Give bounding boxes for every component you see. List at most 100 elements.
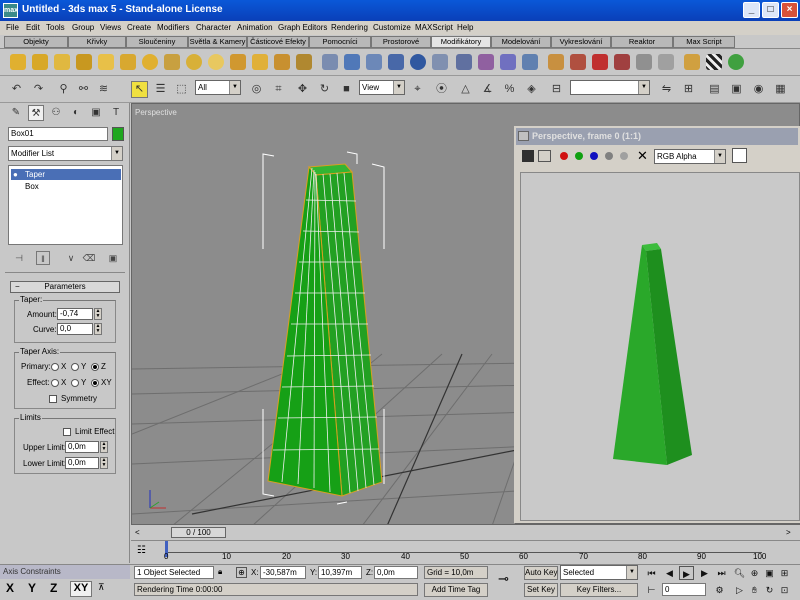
mirror-modifier-icon[interactable] (344, 54, 360, 70)
tab-modifikatory[interactable]: Modifikátory (431, 36, 491, 48)
tab-prostorove[interactable]: Prostorové (371, 36, 431, 48)
modify-panel-icon[interactable]: ⚒ (28, 105, 44, 121)
select-manipulate-icon[interactable]: ⦿ (433, 81, 450, 98)
blue-channel-icon[interactable] (590, 152, 598, 160)
alpha-channel-icon[interactable] (605, 152, 613, 160)
time-slider[interactable]: 0 / 100 (171, 527, 226, 538)
spinner-snap-icon[interactable]: ◈ (523, 81, 540, 98)
tab-svetla-kamery[interactable]: Světla & Kamery (188, 36, 247, 48)
relax-modifier-icon[interactable] (164, 54, 180, 70)
tab-max-script[interactable]: Max Script (673, 36, 735, 48)
stack-item-box[interactable]: Box (11, 181, 121, 192)
normal-modifier-icon[interactable] (658, 54, 674, 70)
remove-modifier-icon[interactable]: ⌫ (82, 251, 96, 265)
amount-spinner[interactable]: -0,74 (57, 308, 93, 320)
menu-graph-editors[interactable]: Graph Editors (278, 23, 327, 32)
noise-modifier-icon[interactable] (76, 54, 92, 70)
crossing-icon[interactable]: ⌗ (270, 81, 287, 98)
redo-icon[interactable]: ↷ (30, 81, 47, 98)
clear-icon[interactable]: ✕ (637, 148, 648, 164)
primary-z-radio[interactable] (91, 363, 99, 371)
lower-limit-spinner[interactable]: 0,0m (65, 457, 99, 469)
upper-limit-spinner-arrows[interactable]: ▲ ▼ (100, 441, 108, 453)
green-channel-icon[interactable] (575, 152, 583, 160)
menu-create[interactable]: Create (127, 23, 151, 32)
select-object-icon[interactable]: ↖ (131, 81, 148, 98)
key-filters-button[interactable]: Key Filters... (560, 583, 638, 597)
track-bar[interactable]: ☷ 0 10 20 30 40 50 60 70 80 90 100 (131, 540, 800, 564)
xform2-modifier-icon[interactable] (432, 54, 448, 70)
z-coordinate-field[interactable]: 0,0m (374, 566, 418, 579)
prev-frame-icon[interactable]: < (135, 528, 144, 537)
named-selection-dropdown[interactable]: ▼ (570, 80, 650, 95)
primary-y-radio[interactable] (71, 363, 79, 371)
edit-mesh-icon[interactable] (522, 54, 538, 70)
menu-help[interactable]: Help (457, 23, 473, 32)
melt-modifier-icon[interactable] (296, 54, 312, 70)
y-coordinate-field[interactable]: 10,397m (318, 566, 362, 579)
maximize-viewport-icon[interactable]: ⊡ (777, 583, 792, 597)
select-by-name-icon[interactable]: ☰ (152, 81, 169, 98)
create-panel-icon[interactable]: ✎ (8, 105, 24, 121)
menu-views[interactable]: Views (100, 23, 121, 32)
amount-spinner-arrows[interactable]: ▲ ▼ (94, 308, 102, 320)
maximize-button[interactable]: □ (762, 2, 779, 18)
mesh-select-icon[interactable] (478, 54, 494, 70)
zoom-all-icon[interactable]: ⊕ (747, 566, 762, 580)
lower-limit-spinner-arrows[interactable]: ▲ ▼ (100, 457, 108, 469)
add-time-tag-button[interactable]: Add Time Tag (424, 583, 488, 597)
unlink-icon[interactable]: ⚯ (75, 81, 92, 98)
undo-icon[interactable]: ↶ (8, 81, 25, 98)
vertex-paint-icon[interactable] (728, 54, 744, 70)
go-to-end-icon[interactable]: ⏭ (714, 566, 729, 580)
bend-modifier-icon[interactable] (10, 54, 26, 70)
tab-pomocnici[interactable]: Pomocníci (309, 36, 371, 48)
edit-named-selections-icon[interactable]: ⊟ (548, 81, 565, 98)
percent-snap-icon[interactable]: % (501, 81, 518, 98)
twist-modifier-icon[interactable] (54, 54, 70, 70)
align-icon[interactable]: ⊞ (680, 81, 697, 98)
axis-xy-button[interactable]: XY (70, 581, 92, 597)
tapered-box-object[interactable] (267, 163, 383, 497)
axis-x-button[interactable]: X (6, 581, 20, 597)
field-of-view-icon[interactable]: ▷ (732, 583, 747, 597)
menu-modifiers[interactable]: Modifiers (157, 23, 189, 32)
tab-vykreslovani[interactable]: Vykreslování (551, 36, 611, 48)
arc-rotate-icon[interactable]: ↻ (762, 583, 777, 597)
current-frame-field[interactable]: 0 (662, 583, 706, 596)
viewport-label[interactable]: Perspective (135, 108, 177, 117)
next-frame-icon[interactable]: > (786, 528, 795, 537)
smooth-modifier-icon[interactable] (592, 54, 608, 70)
meshsmooth-icon[interactable] (614, 54, 630, 70)
symmetry-checkbox[interactable] (49, 395, 57, 403)
menu-group[interactable]: Group (72, 23, 94, 32)
scale-icon[interactable]: ■ (338, 81, 355, 98)
move-icon[interactable]: ✥ (294, 81, 311, 98)
lock-selection-icon[interactable]: 🔒︎ (218, 567, 228, 578)
menu-tools[interactable]: Tools (46, 23, 65, 32)
axis-z-button[interactable]: Z (50, 581, 64, 597)
axis-y-button[interactable]: Y (28, 581, 42, 597)
menu-edit[interactable]: Edit (26, 23, 40, 32)
utilities-panel-icon[interactable]: T (108, 105, 124, 121)
zoom-extents-all-icon[interactable]: ⊞ (777, 566, 792, 580)
material-modifier-icon[interactable] (570, 54, 586, 70)
ripple-modifier-icon[interactable] (186, 54, 202, 70)
curve-editor-icon[interactable]: ☷ (137, 545, 151, 559)
play-icon[interactable]: ▶ (679, 566, 694, 580)
x-coordinate-field[interactable]: -30,587m (260, 566, 306, 579)
effect-x-radio[interactable] (51, 379, 59, 387)
displace-modifier-icon[interactable] (366, 54, 382, 70)
lattice-modifier-icon[interactable] (322, 54, 338, 70)
skew-modifier-icon[interactable] (230, 54, 246, 70)
select-and-move-icon[interactable]: ◎ (248, 81, 265, 98)
tab-krivky[interactable]: Křivky (68, 36, 126, 48)
optimize-icon[interactable] (636, 54, 652, 70)
stack-item-taper[interactable]: ● Taper (11, 169, 121, 180)
key-mode-dropdown[interactable]: Selected ▼ (560, 565, 638, 580)
menu-file[interactable]: File (6, 23, 19, 32)
reference-coordinate-dropdown[interactable]: View ▼ (359, 80, 405, 95)
rotate-icon[interactable]: ↻ (316, 81, 333, 98)
mirror-icon[interactable]: ⇋ (658, 81, 675, 98)
tab-slouceniny[interactable]: Sloučeniny (126, 36, 188, 48)
